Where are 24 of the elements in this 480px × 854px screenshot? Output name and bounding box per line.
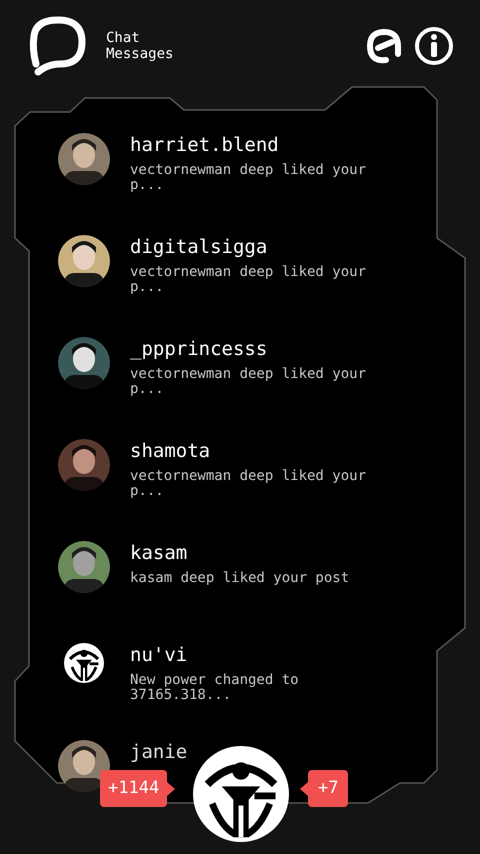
count-badge: +7: [308, 770, 348, 807]
brand-logo-icon: [193, 746, 289, 842]
sender-name: shamota: [130, 439, 212, 463]
sender-name: janie: [130, 740, 188, 764]
refresh-button[interactable]: [364, 26, 404, 66]
brand-logo-icon: [64, 643, 104, 683]
sender-name: digitalsigga: [130, 235, 268, 259]
home-logo-button[interactable]: [193, 746, 289, 842]
sender-name: nu'vi: [130, 643, 188, 667]
badge-pointer-icon: [167, 782, 176, 796]
sender-name: _ppprincesss: [130, 337, 268, 361]
message-preview: vectornewman deep liked your p...: [130, 265, 368, 295]
badge-pointer-icon: [300, 782, 308, 796]
sender-name: kasam: [130, 541, 188, 565]
info-button[interactable]: [414, 26, 454, 66]
message-preview: vectornewman deep liked your p...: [130, 367, 368, 397]
app-title: Chat: [106, 30, 141, 46]
message-preview: kasam deep liked your post: [130, 571, 350, 586]
message-preview: New power changed to 37165.318...: [130, 673, 300, 703]
message-preview: vectornewman deep liked your p...: [130, 163, 368, 193]
count-badge: +1144: [100, 770, 168, 807]
message-preview: vectornewman deep liked your p...: [130, 469, 368, 499]
sender-name: harriet.blend: [130, 133, 280, 157]
app-subtitle: Messages: [106, 46, 174, 62]
